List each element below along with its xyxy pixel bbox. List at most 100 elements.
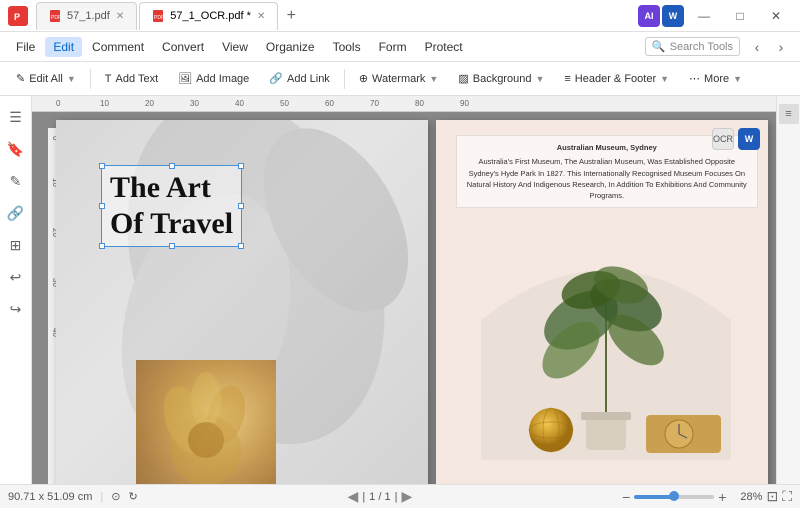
ruler-90: 90 bbox=[460, 99, 469, 108]
add-image-label: Add Image bbox=[196, 73, 249, 85]
hf-dropdown-icon: ▼ bbox=[660, 74, 669, 84]
fit-page-button[interactable]: ⊡ bbox=[766, 488, 778, 505]
fullscreen-button[interactable]: ⛶ bbox=[782, 488, 792, 505]
menu-comment[interactable]: Comment bbox=[84, 37, 152, 57]
sidebar-icon-link[interactable]: 🔗 bbox=[3, 200, 29, 226]
background-button[interactable]: ▨ Background ▼ bbox=[450, 66, 552, 92]
svg-text:PDF: PDF bbox=[51, 15, 61, 21]
handle-mr[interactable] bbox=[238, 203, 244, 209]
title-selection-box[interactable]: The Art Of Travel bbox=[101, 165, 242, 247]
search-tools-label: Search Tools bbox=[670, 41, 733, 53]
tab-file1[interactable]: PDF 57_1.pdf ✕ bbox=[36, 2, 137, 30]
tab-file2[interactable]: PDF 57_1_OCR.pdf * ✕ bbox=[139, 2, 278, 30]
title-line1: The Art bbox=[110, 171, 211, 204]
handle-tr[interactable] bbox=[238, 163, 244, 169]
edit-all-button[interactable]: ✎ Edit All ▼ bbox=[8, 66, 84, 92]
scan-icon[interactable]: ⊙ bbox=[111, 490, 120, 503]
add-image-button[interactable]: 🖼 Add Image bbox=[170, 66, 257, 92]
ruler-0: 0 bbox=[56, 99, 60, 108]
header-footer-button[interactable]: ≡ Header & Footer ▼ bbox=[556, 66, 677, 92]
main-layout: ☰ 🔖 ✎ 🔗 ⊞ ↩ ↪ 0 10 20 30 40 50 60 70 80 … bbox=[0, 96, 800, 484]
nav-forward[interactable]: › bbox=[770, 36, 792, 58]
ai-badge[interactable]: AI bbox=[638, 5, 660, 27]
page-prev-button[interactable]: ◀ bbox=[348, 488, 359, 505]
tab-close-1[interactable]: ✕ bbox=[116, 11, 124, 22]
menu-tools[interactable]: Tools bbox=[325, 37, 369, 57]
maximize-button[interactable]: □ bbox=[724, 6, 756, 26]
zoom-out-button[interactable]: − bbox=[622, 489, 630, 505]
menu-protect[interactable]: Protect bbox=[417, 37, 471, 57]
menu-edit[interactable]: Edit bbox=[45, 37, 82, 57]
handle-ml[interactable] bbox=[99, 203, 105, 209]
museum-title: Australian Museum, Sydney bbox=[465, 142, 749, 153]
minimize-button[interactable]: — bbox=[688, 6, 720, 26]
handle-tm[interactable] bbox=[169, 163, 175, 169]
menu-convert[interactable]: Convert bbox=[154, 37, 212, 57]
separator-1 bbox=[90, 69, 91, 89]
sidebar-icon-menu[interactable]: ☰ bbox=[3, 104, 29, 130]
header-icon: ≡ bbox=[564, 73, 570, 85]
watermark-button[interactable]: ⊕ Watermark ▼ bbox=[351, 66, 447, 92]
sidebar-icon-forward[interactable]: ↪ bbox=[3, 296, 29, 322]
link-icon: 🔗 bbox=[269, 72, 283, 85]
new-tab-button[interactable]: + bbox=[280, 5, 302, 27]
separator-2 bbox=[344, 69, 345, 89]
right-icon-settings[interactable]: ≡ bbox=[779, 104, 799, 124]
menu-form[interactable]: Form bbox=[371, 37, 415, 57]
pdf-icon-2: PDF bbox=[152, 10, 164, 22]
zoom-slider[interactable] bbox=[634, 495, 714, 499]
page-sep2: | bbox=[395, 491, 398, 503]
handle-br[interactable] bbox=[238, 243, 244, 249]
tab-group: PDF 57_1.pdf ✕ PDF 57_1_OCR.pdf * ✕ + bbox=[36, 2, 638, 30]
pdf-content-area: 0 10 20 30 40 T bbox=[48, 112, 776, 484]
page-next-button[interactable]: ▶ bbox=[401, 488, 412, 505]
word-badge-page[interactable]: W bbox=[738, 128, 760, 150]
more-label: More bbox=[704, 73, 729, 85]
menu-file[interactable]: File bbox=[8, 37, 43, 57]
add-link-label: Add Link bbox=[287, 73, 330, 85]
word-badge[interactable]: W bbox=[662, 5, 684, 27]
svg-text:PDF: PDF bbox=[154, 15, 164, 21]
sidebar-icon-back[interactable]: ↩ bbox=[3, 264, 29, 290]
handle-bl[interactable] bbox=[99, 243, 105, 249]
dropdown-icon: ▼ bbox=[67, 74, 76, 84]
add-link-button[interactable]: 🔗 Add Link bbox=[261, 66, 338, 92]
museum-description: Australia's First Museum, The Australian… bbox=[465, 156, 749, 201]
sidebar-icon-layers[interactable]: ⊞ bbox=[3, 232, 29, 258]
menu-bar: File Edit Comment Convert View Organize … bbox=[0, 32, 800, 62]
status-center: ◀ | 1 / 1 | ▶ bbox=[146, 488, 614, 505]
ruler-30: 30 bbox=[190, 99, 199, 108]
ruler-40: 40 bbox=[235, 99, 244, 108]
edit-all-label: Edit All bbox=[29, 73, 63, 85]
zoom-in-button[interactable]: + bbox=[718, 489, 726, 505]
title-bar: P PDF 57_1.pdf ✕ PDF 57_1_OCR.pdf * ✕ + … bbox=[0, 0, 800, 32]
menu-organize[interactable]: Organize bbox=[258, 37, 323, 57]
sidebar-icon-comment[interactable]: ✎ bbox=[3, 168, 29, 194]
badge-area: OCR W bbox=[712, 128, 760, 150]
handle-bm[interactable] bbox=[169, 243, 175, 249]
search-tools-box[interactable]: 🔍 Search Tools bbox=[645, 37, 740, 56]
svg-text:P: P bbox=[14, 12, 20, 22]
nav-back[interactable]: ‹ bbox=[746, 36, 768, 58]
more-button[interactable]: ⋯ More ▼ bbox=[681, 66, 750, 92]
header-footer-label: Header & Footer bbox=[575, 73, 656, 85]
handle-tl[interactable] bbox=[99, 163, 105, 169]
pdf-title: The Art Of Travel bbox=[110, 170, 233, 242]
add-text-button[interactable]: T Add Text bbox=[97, 66, 166, 92]
menu-view[interactable]: View bbox=[214, 37, 256, 57]
more-icon: ⋯ bbox=[689, 72, 700, 85]
toolbar: ✎ Edit All ▼ T Add Text 🖼 Add Image 🔗 Ad… bbox=[0, 62, 800, 96]
arch-image-area bbox=[451, 220, 753, 460]
ruler-80: 80 bbox=[415, 99, 424, 108]
ocr-badge[interactable]: OCR bbox=[712, 128, 734, 150]
close-button[interactable]: ✕ bbox=[760, 6, 792, 26]
tab-label-2: 57_1_OCR.pdf * bbox=[170, 10, 251, 22]
add-text-label: Add Text bbox=[116, 73, 159, 85]
left-sidebar: ☰ 🔖 ✎ 🔗 ⊞ ↩ ↪ bbox=[0, 96, 32, 484]
rotate-icon[interactable]: ↻ bbox=[128, 490, 137, 503]
left-page-image bbox=[136, 360, 276, 484]
right-sidebar: ≡ bbox=[776, 96, 800, 484]
watermark-label: Watermark bbox=[372, 73, 425, 85]
sidebar-icon-bookmark[interactable]: 🔖 bbox=[3, 136, 29, 162]
tab-close-2[interactable]: ✕ bbox=[257, 11, 265, 22]
